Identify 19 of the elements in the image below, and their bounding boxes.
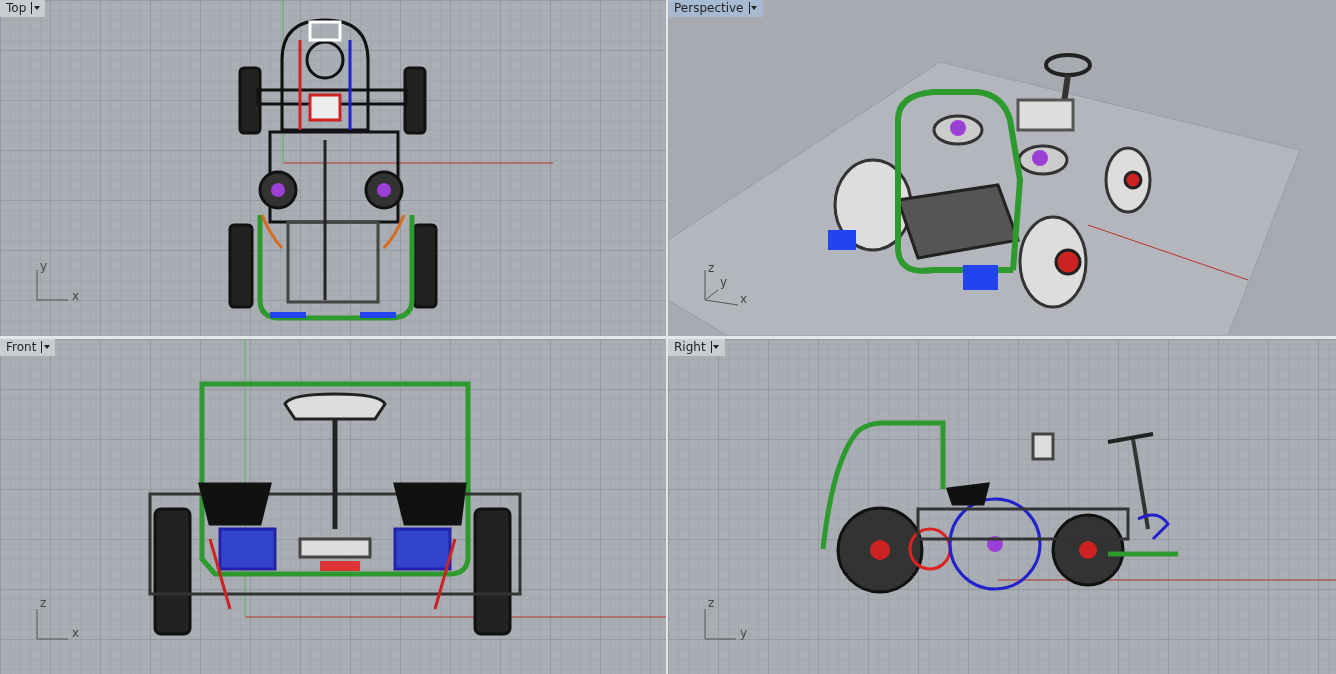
axis-label: z (708, 596, 715, 610)
viewport-tab[interactable]: Perspective (668, 0, 763, 17)
axis-label: y (740, 626, 748, 640)
axis-label: z (40, 596, 47, 610)
axis-lines-icon (36, 608, 69, 640)
axis-lines-icon (704, 608, 737, 640)
caret-icon[interactable] (31, 2, 42, 14)
viewport-tab[interactable]: Right (668, 339, 725, 356)
caret-icon[interactable] (41, 341, 52, 353)
axis-label: x (740, 292, 748, 306)
caret-icon[interactable] (710, 341, 721, 353)
axis-label: x (72, 626, 80, 640)
caret-icon[interactable] (748, 2, 759, 14)
axis-label: y (40, 259, 48, 273)
axis-label: y (720, 275, 728, 289)
viewport-tab[interactable]: Top (0, 0, 46, 17)
axis-label: x (72, 289, 80, 303)
viewport-tab[interactable]: Front (0, 339, 56, 356)
axis-label: z (708, 261, 715, 275)
